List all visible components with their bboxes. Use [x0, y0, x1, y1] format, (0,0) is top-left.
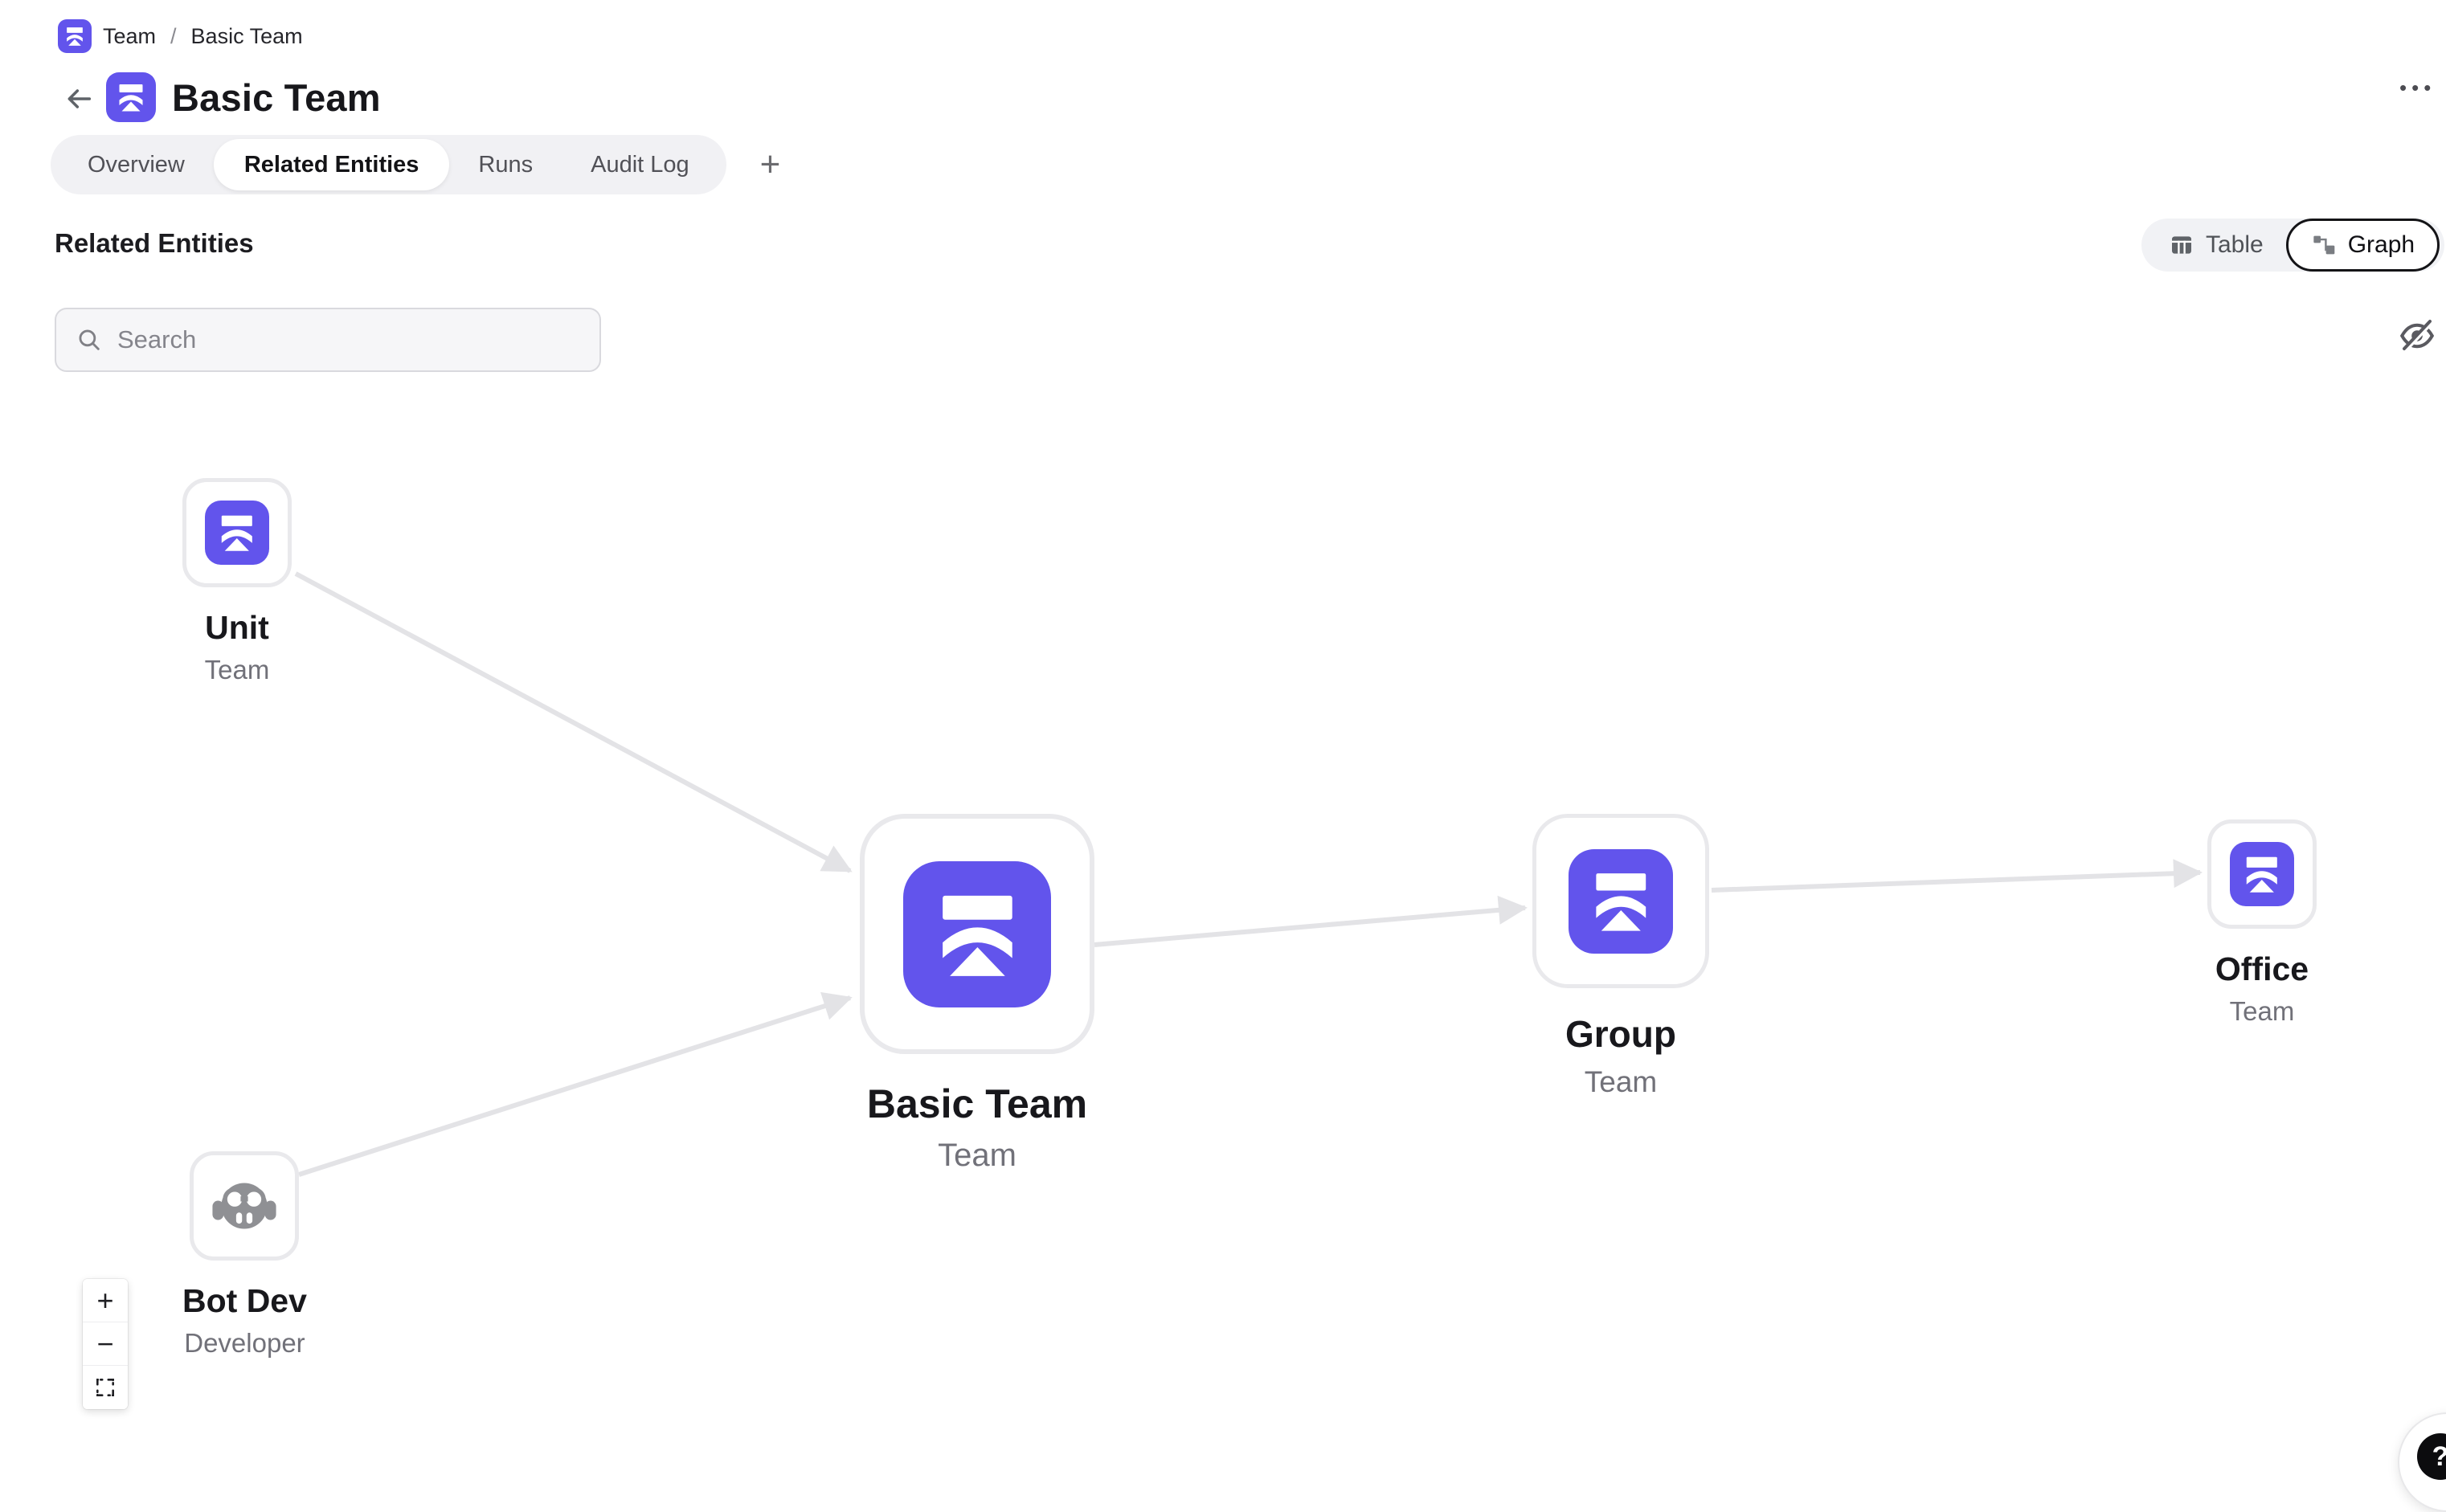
node-subtitle: Developer — [184, 1328, 305, 1359]
edge-basic-team-group — [1094, 908, 1525, 945]
node-subtitle: Team — [938, 1138, 1016, 1174]
graph-edges — [0, 0, 2446, 1461]
node-subtitle: Team — [2230, 996, 2295, 1027]
edge-unit-basic-team — [296, 574, 850, 871]
team-logo-icon — [1569, 849, 1673, 954]
fit-view-icon — [94, 1376, 117, 1399]
graph-canvas[interactable]: Unit Team Bot Dev Developer Basic Team T… — [0, 0, 2446, 1461]
robot-icon — [207, 1169, 281, 1243]
zoom-in-button[interactable]: + — [83, 1279, 128, 1322]
team-logo-icon — [205, 501, 269, 565]
team-logo-icon — [2230, 842, 2294, 906]
edge-group-office — [1712, 872, 2200, 890]
team-logo-icon — [903, 861, 1051, 1007]
node-title: Group — [1565, 1012, 1676, 1056]
node-title: Office — [2215, 950, 2309, 988]
node-box[interactable] — [190, 1151, 299, 1261]
graph-node-group[interactable]: Group Team — [1532, 814, 1709, 1099]
node-box[interactable] — [1532, 814, 1709, 988]
node-box[interactable] — [182, 478, 292, 587]
graph-node-basic-team[interactable]: Basic Team Team — [860, 814, 1094, 1174]
node-subtitle: Team — [1585, 1065, 1657, 1099]
node-title: Unit — [205, 609, 269, 647]
edge-bot-dev-basic-team — [299, 998, 850, 1175]
node-title: Bot Dev — [182, 1282, 307, 1320]
graph-node-bot-dev[interactable]: Bot Dev Developer — [182, 1151, 307, 1359]
fit-view-button[interactable] — [83, 1366, 128, 1409]
zoom-out-button[interactable]: − — [83, 1322, 128, 1366]
graph-node-unit[interactable]: Unit Team — [182, 478, 292, 685]
node-title: Basic Team — [867, 1081, 1087, 1127]
graph-node-office[interactable]: Office Team — [2207, 819, 2317, 1027]
zoom-controls: + − — [83, 1279, 128, 1409]
node-box[interactable] — [860, 814, 1094, 1054]
node-box[interactable] — [2207, 819, 2317, 929]
node-subtitle: Team — [205, 655, 270, 685]
